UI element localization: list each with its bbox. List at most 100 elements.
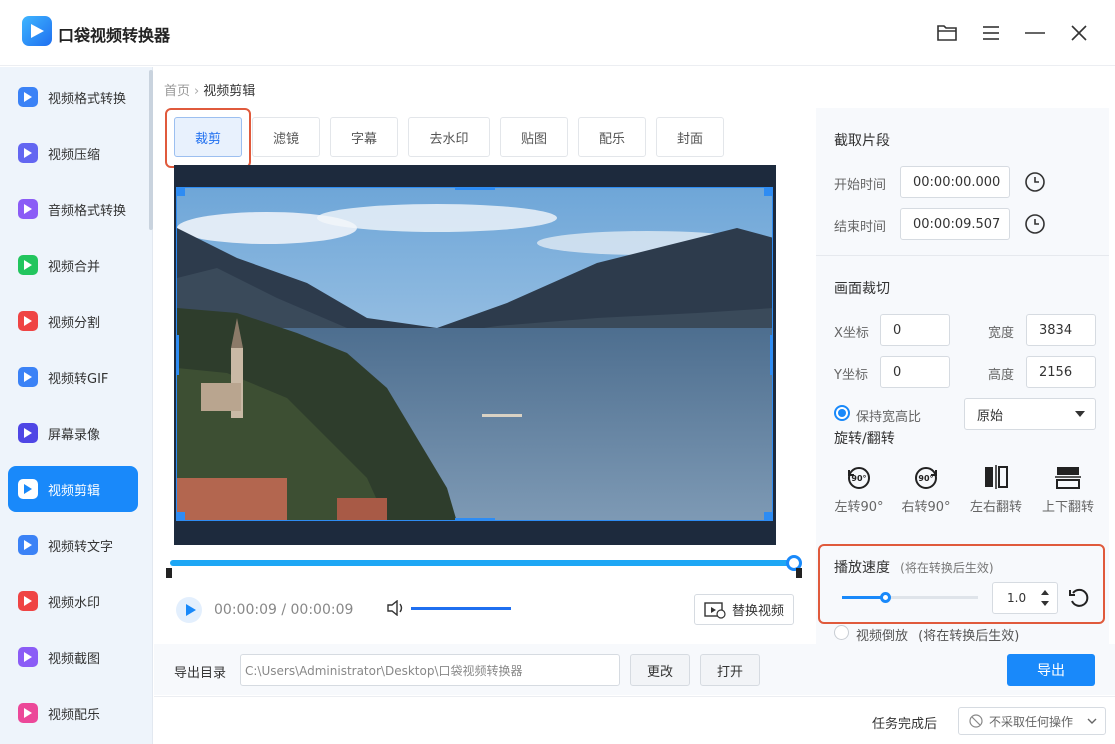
after-task-select[interactable]: 不采取任何操作	[958, 707, 1106, 735]
y-input[interactable]: 0	[880, 356, 950, 388]
start-time-clock-icon[interactable]	[1024, 171, 1046, 193]
panel-divider	[816, 255, 1109, 256]
crop-handle-bottom-right[interactable]	[764, 512, 772, 520]
crop-handle-left[interactable]	[177, 335, 179, 375]
minimize-icon[interactable]	[1022, 20, 1048, 46]
ratio-select-value: 原始	[977, 408, 1004, 424]
export-path-input[interactable]: C:\Users\Administrator\Desktop\口袋视频转换器	[240, 654, 620, 686]
play-button[interactable]	[176, 597, 202, 623]
flip-horizontal-label: 左右翻转	[969, 500, 1022, 515]
stepper-up-icon[interactable]	[1041, 590, 1049, 595]
sidebar-item-label: 屏幕录像	[48, 427, 101, 443]
rotate-left-icon: 90°	[829, 464, 889, 490]
speed-stepper[interactable]: 1.0	[992, 582, 1058, 614]
timeline-start-marker[interactable]	[166, 568, 172, 578]
sidebar-item-label: 视频压缩	[48, 147, 101, 163]
sidebar-scrollbar[interactable]	[149, 70, 153, 230]
time-display: 00:00:09 / 00:00:09	[214, 602, 353, 618]
breadcrumb-home[interactable]: 首页	[164, 84, 190, 99]
crop-handle-top-right[interactable]	[764, 188, 772, 196]
end-time-clock-icon[interactable]	[1024, 213, 1046, 235]
sidebar-item-label: 视频水印	[48, 595, 101, 611]
sidebar-item-label: 视频配乐	[48, 707, 101, 723]
menu-icon[interactable]	[978, 20, 1004, 46]
video-tool-icon	[18, 703, 38, 723]
app-title: 口袋视频转换器	[58, 26, 171, 45]
sidebar-item[interactable]: 视频格式转换	[8, 74, 138, 120]
timeline-track[interactable]	[170, 560, 798, 566]
tab-filter[interactable]: 滤镜	[252, 117, 320, 157]
tab-sticker[interactable]: 贴图	[500, 117, 568, 157]
rotate-left-button[interactable]: 90° 左转90°	[829, 464, 889, 515]
breadcrumb-separator: ›	[194, 84, 200, 99]
sidebar-item[interactable]: 音频格式转换	[8, 186, 138, 232]
folder-icon[interactable]	[934, 20, 960, 46]
sidebar-item[interactable]: 视频合并	[8, 242, 138, 288]
tab-cover[interactable]: 封面	[656, 117, 724, 157]
change-dir-button[interactable]: 更改	[630, 654, 690, 686]
reverse-radio[interactable]	[834, 625, 849, 640]
rotate-right-label: 右转90°	[901, 500, 951, 515]
end-time-input[interactable]: 00:00:09.507	[900, 208, 1010, 240]
flip-horizontal-button[interactable]: 左右翻转	[966, 464, 1026, 515]
speed-title: 播放速度	[834, 560, 890, 576]
speed-slider-knob[interactable]	[879, 592, 891, 603]
sidebar-item[interactable]: 视频压缩	[8, 130, 138, 176]
sidebar-item-label: 音频格式转换	[48, 203, 127, 219]
highlight-box-crop-tab	[165, 108, 251, 168]
chevron-down-icon	[1087, 714, 1097, 728]
sidebar-item[interactable]: 视频转GIF	[8, 354, 138, 400]
open-dir-button[interactable]: 打开	[700, 654, 760, 686]
sidebar-item[interactable]: 视频转文字	[8, 522, 138, 568]
export-button[interactable]: 导出	[1007, 654, 1095, 686]
sidebar-item-label: 视频分割	[48, 315, 101, 331]
crop-handle-bottom[interactable]	[455, 518, 495, 520]
speed-value: 1.0	[1007, 591, 1027, 605]
tab-remove-watermark[interactable]: 去水印	[408, 117, 490, 157]
app-logo-icon	[22, 16, 52, 46]
height-label: 高度	[988, 368, 1015, 383]
close-icon[interactable]	[1066, 20, 1092, 46]
total-time: 00:00:09	[290, 602, 354, 618]
ratio-select[interactable]: 原始	[964, 398, 1096, 430]
speed-slider-fill	[842, 596, 886, 599]
tab-subtitle[interactable]: 字幕	[330, 117, 398, 157]
crop-handle-right[interactable]	[770, 335, 772, 375]
breadcrumb: 首页 › 视频剪辑	[164, 80, 255, 99]
start-time-label: 开始时间	[834, 178, 887, 193]
replace-video-button[interactable]: 替换视频	[694, 594, 794, 625]
keep-ratio-label: 保持宽高比	[856, 410, 922, 425]
sidebar-item[interactable]: 视频剪辑	[8, 466, 138, 512]
flip-vertical-label: 上下翻转	[1041, 500, 1094, 515]
sidebar-item-label: 视频合并	[48, 259, 101, 275]
crop-handle-bottom-left[interactable]	[177, 512, 185, 520]
sidebar-item[interactable]: 屏幕录像	[8, 410, 138, 456]
video-tool-icon	[18, 591, 38, 611]
sidebar-item-label: 视频格式转换	[48, 91, 127, 107]
start-time-input[interactable]: 00:00:00.000	[900, 166, 1010, 198]
height-input[interactable]: 2156	[1026, 356, 1096, 388]
sidebar-item[interactable]: 视频分割	[8, 298, 138, 344]
volume-slider[interactable]	[411, 607, 511, 610]
replace-video-label: 替换视频	[731, 604, 784, 619]
stepper-down-icon[interactable]	[1041, 601, 1049, 606]
sidebar-item[interactable]: 视频水印	[8, 578, 138, 624]
x-input[interactable]: 0	[880, 314, 950, 346]
crop-handle-top[interactable]	[455, 188, 495, 190]
y-label: Y坐标	[834, 368, 868, 383]
rotate-right-button[interactable]: 90° 右转90°	[896, 464, 956, 515]
sidebar-item[interactable]: 视频截图	[8, 634, 138, 680]
width-input[interactable]: 3834	[1026, 314, 1096, 346]
replace-video-icon	[704, 601, 726, 619]
keep-ratio-radio[interactable]	[834, 405, 850, 421]
volume-icon[interactable]	[386, 599, 406, 620]
trim-title: 截取片段	[834, 133, 890, 149]
flip-vertical-button[interactable]: 上下翻转	[1038, 464, 1098, 515]
video-frame[interactable]	[176, 187, 773, 521]
reset-speed-icon[interactable]	[1068, 587, 1090, 613]
crop-handle-top-left[interactable]	[177, 188, 185, 196]
sidebar-item[interactable]: 视频配乐	[8, 690, 138, 736]
timeline-end-marker[interactable]	[796, 568, 802, 578]
tab-music[interactable]: 配乐	[578, 117, 646, 157]
after-task-label: 任务完成后	[872, 717, 938, 732]
